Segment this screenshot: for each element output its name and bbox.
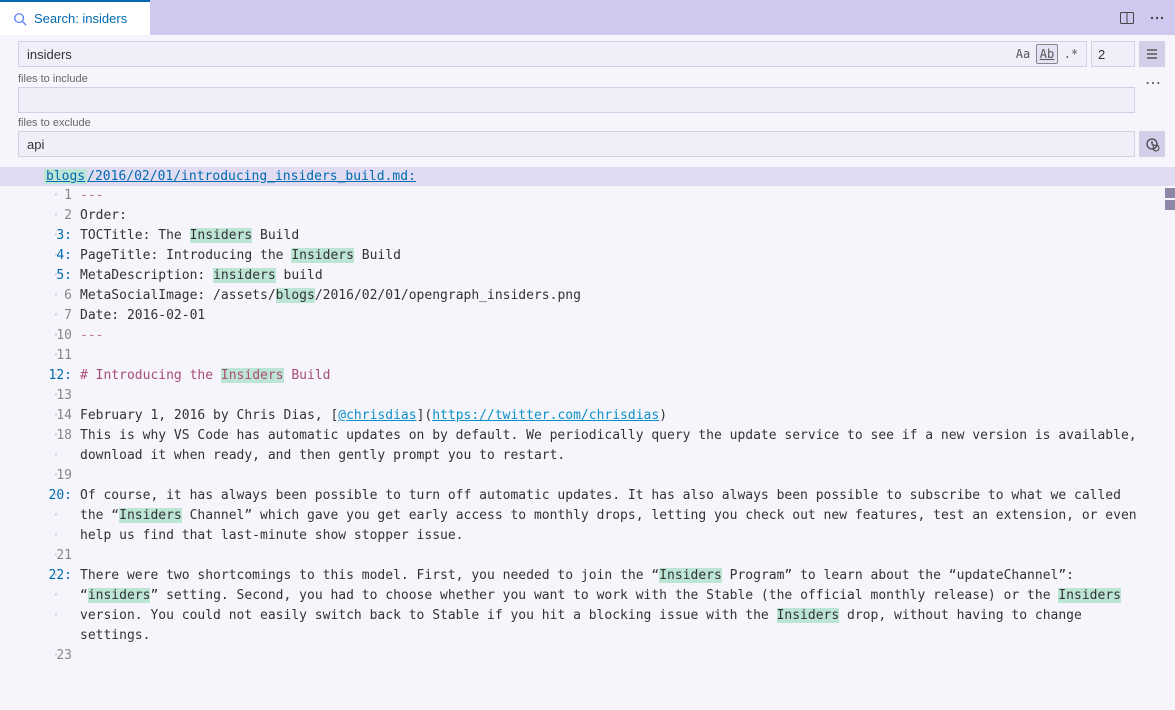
gutter bbox=[4, 606, 80, 646]
line-content: There were two shortcomings to this mode… bbox=[80, 566, 1175, 586]
files-exclude-input[interactable] bbox=[19, 137, 1134, 152]
line-content bbox=[80, 546, 1175, 566]
line-number: 18 bbox=[4, 426, 80, 446]
line-content: Date: 2016-02-01 bbox=[80, 306, 1175, 326]
code-line[interactable]: 21 bbox=[0, 546, 1175, 566]
match-case-icon[interactable]: Aa bbox=[1012, 44, 1034, 64]
regex-icon[interactable]: .* bbox=[1060, 44, 1082, 64]
code-line[interactable]: 14February 1, 2016 by Chris Dias, [@chri… bbox=[0, 406, 1175, 426]
line-content: Order: bbox=[80, 206, 1175, 226]
line-number: 7 bbox=[4, 306, 80, 326]
line-content: the “Insiders Channel” which gave you ge… bbox=[80, 506, 1175, 526]
search-results: blogs/2016/02/01/introducing_insiders_bu… bbox=[0, 163, 1175, 670]
result-code-area[interactable]: 1---2Order:3TOCTitle: The Insiders Build… bbox=[0, 186, 1175, 666]
line-number: 11 bbox=[4, 346, 80, 366]
code-line[interactable]: 7Date: 2016-02-01 bbox=[0, 306, 1175, 326]
code-line[interactable]: 3TOCTitle: The Insiders Build bbox=[0, 226, 1175, 246]
line-number: 21 bbox=[4, 546, 80, 566]
line-content: Of course, it has always been possible t… bbox=[80, 486, 1175, 506]
use-exclusions-icon[interactable] bbox=[1139, 131, 1165, 157]
search-icon bbox=[12, 11, 28, 27]
line-number: 14 bbox=[4, 406, 80, 426]
tab-label: Search: insiders bbox=[34, 11, 127, 26]
code-line[interactable]: 13 bbox=[0, 386, 1175, 406]
line-content: --- bbox=[80, 326, 1175, 346]
code-line[interactable]: 19 bbox=[0, 466, 1175, 486]
line-number: 12 bbox=[4, 366, 80, 386]
line-content bbox=[80, 646, 1175, 666]
code-line[interactable]: 22There were two shortcomings to this mo… bbox=[0, 566, 1175, 586]
files-include-input[interactable] bbox=[19, 93, 1134, 108]
line-number: 2 bbox=[4, 206, 80, 226]
result-file-header[interactable]: blogs/2016/02/01/introducing_insiders_bu… bbox=[0, 167, 1175, 186]
search-input[interactable] bbox=[19, 47, 1012, 62]
tab-search[interactable]: Search: insiders bbox=[0, 0, 150, 35]
toggle-search-details-icon[interactable]: ⋯ bbox=[1141, 71, 1165, 95]
code-line[interactable]: 4PageTitle: Introducing the Insiders Bui… bbox=[0, 246, 1175, 266]
line-content: MetaDescription: insiders build bbox=[80, 266, 1175, 286]
line-number: 4 bbox=[4, 246, 80, 266]
code-line[interactable]: 23 bbox=[0, 646, 1175, 666]
line-content: February 1, 2016 by Chris Dias, [@chrisd… bbox=[80, 406, 1175, 426]
tab-bar: Search: insiders bbox=[0, 0, 1175, 35]
code-line[interactable]: 10--- bbox=[0, 326, 1175, 346]
code-line[interactable]: 12# Introducing the Insiders Build bbox=[0, 366, 1175, 386]
gutter bbox=[4, 446, 80, 466]
files-include-label: files to include bbox=[18, 73, 1135, 85]
line-number: 20 bbox=[4, 486, 80, 506]
line-number: 23 bbox=[4, 646, 80, 666]
files-exclude-label: files to exclude bbox=[18, 117, 1165, 129]
line-number: 13 bbox=[4, 386, 80, 406]
line-content: PageTitle: Introducing the Insiders Buil… bbox=[80, 246, 1175, 266]
split-editor-icon[interactable] bbox=[1115, 6, 1139, 30]
gutter bbox=[4, 506, 80, 526]
line-content: --- bbox=[80, 186, 1175, 206]
line-content: MetaSocialImage: /assets/blogs/2016/02/0… bbox=[80, 286, 1175, 306]
result-count: 2 bbox=[1091, 41, 1135, 67]
line-number: 10 bbox=[4, 326, 80, 346]
minimap[interactable] bbox=[1161, 188, 1175, 688]
search-input-wrap: Aa Ab .* bbox=[18, 41, 1087, 67]
code-line[interactable]: version. You could not easily switch bac… bbox=[0, 606, 1175, 646]
code-line[interactable]: 20Of course, it has always been possible… bbox=[0, 486, 1175, 506]
code-line[interactable]: 5MetaDescription: insiders build bbox=[0, 266, 1175, 286]
line-content: “insiders” setting. Second, you had to c… bbox=[80, 586, 1175, 606]
line-content: TOCTitle: The Insiders Build bbox=[80, 226, 1175, 246]
code-line[interactable]: help us find that last-minute show stopp… bbox=[0, 526, 1175, 546]
line-content: version. You could not easily switch bac… bbox=[80, 606, 1175, 646]
line-content bbox=[80, 466, 1175, 486]
line-content bbox=[80, 346, 1175, 366]
line-content: help us find that last-minute show stopp… bbox=[80, 526, 1175, 546]
line-content bbox=[80, 386, 1175, 406]
whole-word-icon[interactable]: Ab bbox=[1036, 44, 1058, 64]
line-number: 22 bbox=[4, 566, 80, 586]
line-number: 3 bbox=[4, 226, 80, 246]
code-line[interactable]: the “Insiders Channel” which gave you ge… bbox=[0, 506, 1175, 526]
line-number: 1 bbox=[4, 186, 80, 206]
line-content: This is why VS Code has automatic update… bbox=[80, 426, 1175, 446]
line-number: 6 bbox=[4, 286, 80, 306]
code-line[interactable]: “insiders” setting. Second, you had to c… bbox=[0, 586, 1175, 606]
search-panel: Aa Ab .* 2 files to include ⋯ files to e… bbox=[0, 35, 1175, 163]
line-content: download it when ready, and then gently … bbox=[80, 446, 1175, 466]
line-number: 5 bbox=[4, 266, 80, 286]
line-number: 19 bbox=[4, 466, 80, 486]
more-actions-icon[interactable] bbox=[1145, 6, 1169, 30]
gutter bbox=[4, 586, 80, 606]
code-line[interactable]: 11 bbox=[0, 346, 1175, 366]
collapse-results-icon[interactable] bbox=[1139, 41, 1165, 67]
titlebar-actions bbox=[1109, 0, 1175, 35]
code-line[interactable]: 18This is why VS Code has automatic upda… bbox=[0, 426, 1175, 446]
code-line[interactable]: 2Order: bbox=[0, 206, 1175, 226]
line-content: # Introducing the Insiders Build bbox=[80, 366, 1175, 386]
code-line[interactable]: 1--- bbox=[0, 186, 1175, 206]
gutter bbox=[4, 526, 80, 546]
code-line[interactable]: 6MetaSocialImage: /assets/blogs/2016/02/… bbox=[0, 286, 1175, 306]
code-line[interactable]: download it when ready, and then gently … bbox=[0, 446, 1175, 466]
